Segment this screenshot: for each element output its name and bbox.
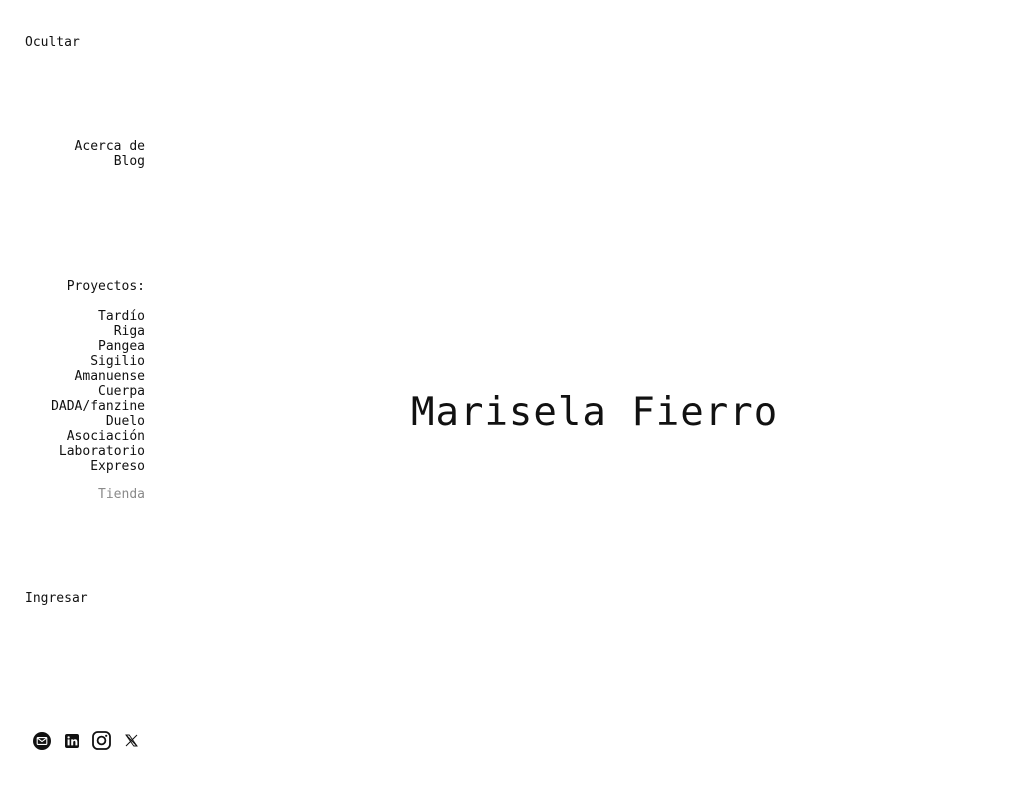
x-icon[interactable] [122, 731, 141, 750]
project-link-pangea[interactable]: Pangea [51, 339, 145, 354]
project-link-amanuense[interactable]: Amanuense [51, 369, 145, 384]
project-link-expreso[interactable]: Expreso [51, 459, 145, 474]
shop-link[interactable]: Tienda [98, 487, 145, 502]
main-nav: Acerca de Blog [75, 139, 145, 169]
nav-item-about[interactable]: Acerca de [75, 139, 145, 154]
project-link-duelo[interactable]: Duelo [51, 414, 145, 429]
project-link-sigilio[interactable]: Sigilio [51, 354, 145, 369]
project-link-tardio[interactable]: Tardío [51, 309, 145, 324]
project-link-dada-fanzine[interactable]: DADA/fanzine [51, 399, 145, 414]
projects-heading: Proyectos: [66, 279, 145, 294]
social-links [32, 731, 141, 750]
hide-menu-link[interactable]: Ocultar [25, 35, 80, 50]
linkedin-icon[interactable] [62, 731, 81, 750]
projects-nav: Proyectos: Tardío Riga Pangea Sigilio Am… [51, 279, 145, 474]
project-link-cuerpa[interactable]: Cuerpa [51, 384, 145, 399]
login-link[interactable]: Ingresar [25, 591, 88, 606]
project-link-laboratorio[interactable]: Laboratorio [51, 444, 145, 459]
site-title: Marisela Fierro [411, 390, 779, 435]
instagram-icon[interactable] [92, 731, 111, 750]
email-icon[interactable] [32, 731, 51, 750]
project-link-asociacion[interactable]: Asociación [51, 429, 145, 444]
nav-item-blog[interactable]: Blog [75, 154, 145, 169]
project-link-riga[interactable]: Riga [51, 324, 145, 339]
